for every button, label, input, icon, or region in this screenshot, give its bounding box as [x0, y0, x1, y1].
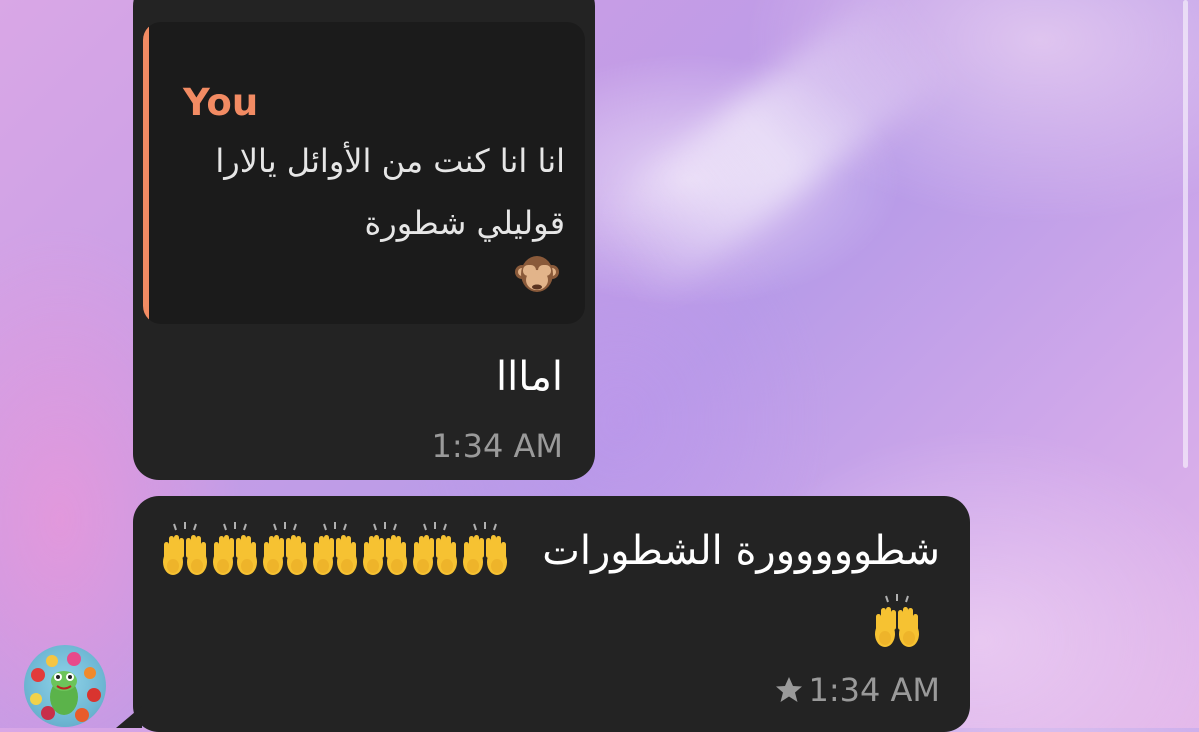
wallpaper-sheen — [586, 0, 954, 306]
reply-text: انا انا كنت من الأوائل يالارا قوليلي شطو… — [165, 130, 565, 254]
reply-quote[interactable]: You انا انا كنت من الأوائل يالارا قوليلي… — [143, 22, 585, 324]
raising-hands-icon — [163, 522, 207, 575]
raising-hands-emoji — [360, 520, 410, 580]
message-timestamp: 1:34 AM — [431, 427, 563, 465]
raising-hands-emoji — [872, 592, 922, 652]
star-icon — [776, 677, 803, 702]
raising-hands-emoji — [410, 520, 460, 580]
raising-hands-emoji — [460, 520, 510, 580]
see-no-evil-monkey-icon — [515, 256, 559, 292]
raising-hands-icon — [263, 522, 307, 575]
raising-hands-icon — [875, 594, 919, 647]
message-timestamp: 1:34 AM — [808, 671, 940, 709]
avatar-image — [30, 652, 101, 722]
raising-hands-icon — [313, 522, 357, 575]
bubble-tail — [116, 706, 142, 728]
raising-hands-icon — [213, 522, 257, 575]
raising-hands-emoji — [310, 520, 360, 580]
emoji-row — [160, 520, 510, 580]
raising-hands-icon — [363, 522, 407, 575]
emoji-row — [872, 592, 922, 656]
raising-hands-emoji — [160, 520, 210, 580]
raising-hands-icon — [463, 522, 507, 575]
scrollbar[interactable] — [1183, 0, 1188, 468]
reply-text-line: قوليلي شطورة — [364, 204, 565, 242]
reply-text-line: انا انا كنت من الأوائل يالارا — [215, 142, 565, 180]
raising-hands-emoji — [210, 520, 260, 580]
raising-hands-emoji — [260, 520, 310, 580]
raising-hands-icon — [413, 522, 457, 575]
message-meta: 1:34 AM — [774, 670, 940, 710]
reply-accent-bar — [143, 22, 149, 324]
reply-author: You — [183, 81, 259, 124]
message-text: امااا — [496, 354, 563, 400]
avatar[interactable] — [24, 645, 106, 727]
